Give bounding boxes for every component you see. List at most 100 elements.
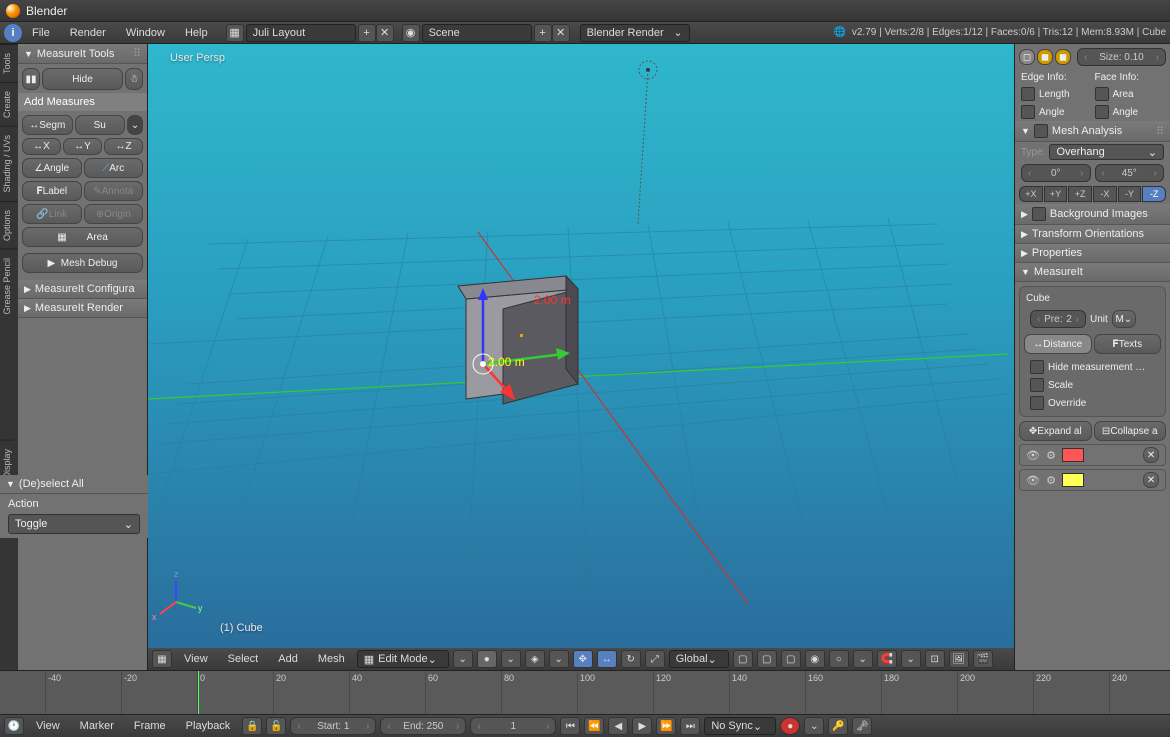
delete-measure-button[interactable]: ✕ (1143, 472, 1159, 488)
mesh-analysis-header[interactable]: ▼Mesh Analysis⠿ (1015, 121, 1170, 142)
area-checkbox[interactable] (1095, 87, 1109, 101)
snap-target-button[interactable]: ⊡ (925, 650, 945, 668)
menu-render[interactable]: Render (60, 27, 116, 39)
link-button[interactable]: 🔗Link (22, 204, 82, 224)
measureit-render-header[interactable]: ▶ MeasureIt Render (18, 299, 147, 318)
shading-dropdown[interactable]: ⌄ (501, 650, 521, 668)
shading-sphere-icon[interactable]: ● (477, 650, 497, 668)
measureit-tools-header[interactable]: ▼ MeasureIt Tools ⠿ (18, 44, 147, 64)
area-button[interactable]: ▦ Area (22, 227, 143, 247)
angle-button[interactable]: ∠Angle (22, 158, 82, 178)
render-anim-button[interactable]: 🎬 (973, 650, 993, 668)
insert-key-button[interactable]: 🔑 (828, 717, 848, 735)
pill-nx[interactable]: -X (1093, 186, 1117, 202)
jump-start-button[interactable]: ⏮ (560, 717, 580, 735)
menu-help[interactable]: Help (175, 27, 218, 39)
screen-layout-dropdown[interactable]: Juli Layout (246, 24, 356, 42)
angle-min-field[interactable]: ‹0°› (1021, 164, 1091, 182)
measureit-config-header[interactable]: ▶ MeasureIt Configura (18, 280, 147, 299)
pivot-dropdown[interactable]: ⌄ (549, 650, 569, 668)
pill-ny[interactable]: -Y (1118, 186, 1142, 202)
layer-button-2[interactable]: ▢ (757, 650, 777, 668)
bg-images-header[interactable]: ▶Background Images (1015, 204, 1170, 225)
scene-dropdown[interactable]: Scene (422, 24, 532, 42)
visible-icon[interactable]: 👁 (1026, 448, 1040, 462)
play-reverse-button[interactable]: ◀ (608, 717, 628, 735)
timeline-editor-button[interactable]: 🕐 (4, 717, 24, 735)
menu-window[interactable]: Window (116, 27, 175, 39)
mesh-debug-button[interactable]: ▶ Mesh Debug (22, 253, 143, 273)
orientation-dropdown[interactable]: Global ⌄ (669, 650, 729, 668)
view-menu[interactable]: View (176, 653, 216, 665)
tl-playback-menu[interactable]: Playback (178, 720, 239, 732)
pause-icon-button[interactable]: ▮▮ (22, 68, 40, 90)
menu-file[interactable]: File (22, 27, 60, 39)
tl-marker-menu[interactable]: Marker (72, 720, 122, 732)
precision-field[interactable]: ‹Pre: 2› (1030, 310, 1086, 328)
sync-dropdown[interactable]: No Sync ⌄ (704, 717, 776, 735)
pill-py[interactable]: +Y (1044, 186, 1068, 202)
display-solid-button[interactable]: ◼ (1037, 49, 1053, 65)
mesh-menu[interactable]: Mesh (310, 653, 353, 665)
play-button[interactable]: ▶ (632, 717, 652, 735)
label-button[interactable]: 𝐅 Label (22, 181, 82, 201)
manipulator-translate[interactable]: ↔ (597, 650, 617, 668)
select-menu[interactable]: Select (220, 653, 267, 665)
mode-dropdown[interactable]: ▦ Edit Mode ⌄ (357, 650, 449, 668)
color-swatch-red[interactable] (1062, 448, 1084, 462)
scene-icon[interactable]: ◉ (402, 24, 420, 42)
edge-angle-checkbox[interactable] (1021, 105, 1035, 119)
x-axis-button[interactable]: ↔X (22, 138, 61, 155)
sum-dropdown-button[interactable]: ⌄ (127, 115, 143, 135)
gear-icon[interactable]: ⚙ (1044, 473, 1058, 487)
tab-create[interactable]: Create (0, 82, 18, 126)
render-engine-dropdown[interactable]: Blender Render⌄ (580, 24, 690, 42)
distance-button[interactable]: ↔Distance (1024, 334, 1092, 354)
gear-icon[interactable]: ⚙ (1044, 448, 1058, 462)
texts-button[interactable]: 𝐅 Texts (1094, 334, 1162, 354)
last-operator-header[interactable]: ▼(De)select All (0, 475, 148, 494)
length-checkbox[interactable] (1021, 87, 1035, 101)
snap-dropdown[interactable]: ⌄ (901, 650, 921, 668)
pill-px[interactable]: +X (1019, 186, 1043, 202)
select-mode-button[interactable]: ⌄ (453, 650, 473, 668)
hide-measurement-checkbox[interactable] (1030, 360, 1044, 374)
color-swatch-yellow[interactable] (1062, 473, 1084, 487)
end-frame-field[interactable]: ‹End: 250› (380, 717, 466, 735)
tl-frame-menu[interactable]: Frame (126, 720, 174, 732)
render-opengl-button[interactable]: 🖼 (949, 650, 969, 668)
start-frame-field[interactable]: ‹Start: 1› (290, 717, 376, 735)
delete-scene-button[interactable]: ✕ (552, 24, 570, 42)
limit-selection-button[interactable]: ◉ (805, 650, 825, 668)
origin-button[interactable]: ⊕Origin (84, 204, 144, 224)
bg-images-checkbox[interactable] (1032, 207, 1046, 221)
measureit-header[interactable]: ▼MeasureIt (1015, 263, 1170, 282)
layer-button-3[interactable]: ▢ (781, 650, 801, 668)
manipulator-scale[interactable]: ⤢ (645, 650, 665, 668)
override-checkbox[interactable] (1030, 396, 1044, 410)
annotation-button[interactable]: ✎Annota (84, 181, 144, 201)
editor-type-button[interactable]: ▦ (152, 650, 172, 668)
add-scene-button[interactable]: + (534, 24, 552, 42)
timeline-ruler[interactable]: -40-200204060801001201401601802002202402… (0, 671, 1170, 715)
pill-pz[interactable]: +Z (1068, 186, 1092, 202)
delete-measure-button[interactable]: ✕ (1143, 447, 1159, 463)
3d-viewport[interactable]: User Persp (1) Cube (148, 44, 1014, 670)
unit-m-button[interactable]: M⌄ (1112, 310, 1136, 328)
proportional-dropdown[interactable]: ⌄ (853, 650, 873, 668)
collapse-all-button[interactable]: ⊟Collapse a (1094, 421, 1167, 441)
segment-button[interactable]: ↔Segm (22, 115, 73, 135)
jump-end-button[interactable]: ⏭ (680, 717, 700, 735)
pivot-button[interactable]: ◈ (525, 650, 545, 668)
sum-button[interactable]: Su (75, 115, 126, 135)
range-lock-button[interactable]: 🔒 (242, 717, 262, 735)
display-wire-button[interactable]: ◻ (1019, 49, 1035, 65)
prev-key-button[interactable]: ⏪ (584, 717, 604, 735)
next-key-button[interactable]: ⏩ (656, 717, 676, 735)
hide-button[interactable]: Hide (42, 68, 123, 90)
tl-view-menu[interactable]: View (28, 720, 68, 732)
arc-button[interactable]: ⟋ Arc (84, 158, 144, 178)
manipulator-toggle[interactable]: ✥ (573, 650, 593, 668)
keying-set-dropdown[interactable]: ⌄ (804, 717, 824, 735)
layout-icon[interactable]: ▦ (226, 24, 244, 42)
